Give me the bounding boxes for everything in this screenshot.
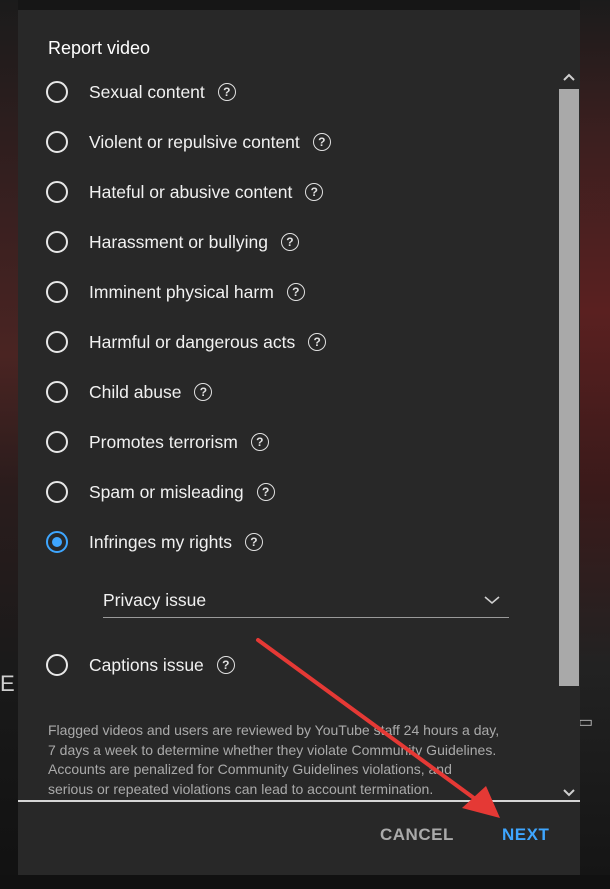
radio-button[interactable] xyxy=(46,281,68,303)
option-label: Harassment or bullying xyxy=(89,231,268,252)
disclaimer-line: Flagged videos and users are reviewed by… xyxy=(48,722,500,738)
background-text-fragment: E xyxy=(0,671,15,696)
help-icon[interactable]: ? xyxy=(250,433,269,451)
footer-divider xyxy=(18,800,580,802)
option-hateful-content[interactable]: Hateful or abusive content ? xyxy=(46,177,324,207)
option-label: Infringes my rights xyxy=(89,531,232,552)
disclaimer-line: Accounts are penalized for Community Gui… xyxy=(48,761,452,777)
option-label: Spam or misleading xyxy=(89,481,244,502)
option-label: Imminent physical harm xyxy=(89,281,274,302)
help-icon[interactable]: ? xyxy=(216,656,235,674)
options-scroll-area[interactable]: Sexual content ? Violent or repulsive co… xyxy=(18,70,580,810)
background-folder-icon: ▭ xyxy=(578,714,594,731)
help-icon[interactable]: ? xyxy=(244,533,263,551)
option-infringes-rights[interactable]: Infringes my rights ? xyxy=(46,527,263,557)
option-terrorism[interactable]: Promotes terrorism ? xyxy=(46,427,269,457)
rights-issue-dropdown[interactable]: Privacy issue xyxy=(103,588,509,618)
option-label: Violent or repulsive content xyxy=(89,131,300,152)
disclaimer-line: serious or repeated violations can lead … xyxy=(48,780,434,797)
dropdown-value: Privacy issue xyxy=(103,590,207,610)
radio-button[interactable] xyxy=(46,331,68,353)
cancel-button[interactable]: CANCEL xyxy=(380,825,454,845)
help-icon[interactable]: ? xyxy=(312,133,331,151)
report-video-dialog: Report video Sexual content ? Violent or… xyxy=(18,10,580,875)
background-video-right xyxy=(580,0,610,889)
option-captions-issue[interactable]: Captions issue ? xyxy=(46,650,235,680)
dialog-title: Report video xyxy=(48,38,151,58)
option-label: Hateful or abusive content xyxy=(89,181,293,202)
help-icon[interactable]: ? xyxy=(280,233,299,251)
option-child-abuse[interactable]: Child abuse ? xyxy=(46,377,213,407)
option-label: Child abuse xyxy=(89,381,182,402)
radio-button-selected[interactable] xyxy=(46,531,68,553)
help-icon[interactable]: ? xyxy=(308,333,327,351)
option-label: Captions issue xyxy=(89,654,204,675)
background-video-left xyxy=(0,0,18,889)
radio-button[interactable] xyxy=(46,181,68,203)
radio-button[interactable] xyxy=(46,81,68,103)
option-label: Sexual content xyxy=(89,81,205,102)
option-physical-harm[interactable]: Imminent physical harm ? xyxy=(46,277,305,307)
help-icon[interactable]: ? xyxy=(217,83,236,101)
radio-button[interactable] xyxy=(46,431,68,453)
disclaimer-line: 7 days a week to determine whether they … xyxy=(48,741,497,758)
scrollbar-thumb[interactable] xyxy=(559,89,579,686)
radio-button[interactable] xyxy=(46,654,68,676)
option-violent-content[interactable]: Violent or repulsive content ? xyxy=(46,127,331,157)
next-button[interactable]: NEXT xyxy=(502,825,549,845)
background-bottom xyxy=(0,875,610,889)
help-icon[interactable]: ? xyxy=(194,383,213,401)
help-icon[interactable]: ? xyxy=(286,283,305,301)
option-harassment[interactable]: Harassment or bullying ? xyxy=(46,227,299,257)
radio-button[interactable] xyxy=(46,231,68,253)
disclaimer-text: Flagged videos and users are reviewed by… xyxy=(48,721,538,799)
radio-button[interactable] xyxy=(46,131,68,153)
option-label: Promotes terrorism xyxy=(89,431,238,452)
option-sexual-content[interactable]: Sexual content ? xyxy=(46,77,236,107)
radio-button[interactable] xyxy=(46,481,68,503)
scroll-up-icon[interactable] xyxy=(562,72,576,82)
chevron-down-icon xyxy=(484,596,500,605)
help-icon[interactable]: ? xyxy=(305,183,324,201)
help-icon[interactable]: ? xyxy=(256,483,275,501)
option-label: Harmful or dangerous acts xyxy=(89,331,296,352)
radio-button[interactable] xyxy=(46,381,68,403)
option-spam[interactable]: Spam or misleading ? xyxy=(46,477,275,507)
scroll-down-icon[interactable] xyxy=(562,788,576,798)
option-dangerous-acts[interactable]: Harmful or dangerous acts ? xyxy=(46,327,327,357)
